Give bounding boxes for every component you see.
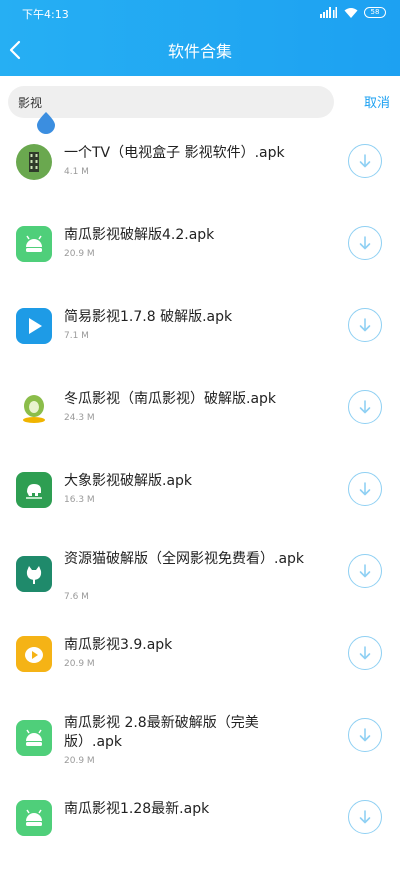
download-arrow-icon <box>359 236 371 250</box>
download-button[interactable] <box>348 554 382 588</box>
app-header: 下午4:13 58 软件合集 <box>0 0 400 76</box>
battery-icon: 58 <box>364 6 386 18</box>
pumpkin-play-icon <box>16 636 52 672</box>
download-arrow-icon <box>359 810 371 824</box>
app-name: 资源猫破解版（全网影视免费看）.apk <box>64 551 305 567</box>
app-list-item[interactable]: 简易影视1.7.8 破解版.apk 7.1 M <box>0 296 400 378</box>
app-size: 20.9 M <box>64 659 95 669</box>
text-cursor-handle-icon[interactable] <box>35 112 57 134</box>
download-arrow-icon <box>359 318 371 332</box>
wifi-icon <box>344 7 358 18</box>
android-icon <box>16 720 52 756</box>
download-button[interactable] <box>348 390 382 424</box>
download-button[interactable] <box>348 226 382 260</box>
search-row: 取消 <box>0 76 400 134</box>
download-button[interactable] <box>348 144 382 178</box>
signal-icon <box>320 6 337 18</box>
android-icon <box>16 800 52 836</box>
app-list-item[interactable]: 南瓜影视 2.8最新破解版（完美版）.apk 20.9 M <box>0 706 400 788</box>
download-button[interactable] <box>348 308 382 342</box>
app-name: 南瓜影视3.9.apk <box>64 637 173 653</box>
app-size: 7.1 M <box>64 331 89 341</box>
app-name: 冬瓜影视（南瓜影视）破解版.apk <box>64 391 277 407</box>
download-arrow-icon <box>359 728 371 742</box>
app-list-item[interactable]: 冬瓜影视（南瓜影视）破解版.apk 24.3 M <box>0 378 400 460</box>
play-icon <box>16 308 52 344</box>
app-name: 大象影视破解版.apk <box>64 473 193 489</box>
app-list-item[interactable]: 南瓜影视破解版4.2.apk 20.9 M <box>0 214 400 296</box>
android-icon <box>16 226 52 262</box>
elephant-icon <box>16 472 52 508</box>
app-name: 一个TV（电视盒子 影视软件）.apk <box>64 145 285 161</box>
app-size: 20.9 M <box>64 756 95 766</box>
app-size: 16.3 M <box>64 495 95 505</box>
melon-icon <box>16 390 52 426</box>
app-name: 南瓜影视 2.8最新破解版（完美版）.apk <box>64 715 259 750</box>
app-list-item[interactable]: 南瓜影视3.9.apk 20.9 M <box>0 624 400 706</box>
download-button[interactable] <box>348 636 382 670</box>
cat-icon <box>16 556 52 592</box>
status-icons: 58 <box>320 5 386 19</box>
download-arrow-icon <box>359 154 371 168</box>
download-arrow-icon <box>359 400 371 414</box>
download-arrow-icon <box>359 564 371 578</box>
film-strip-icon <box>16 144 52 180</box>
app-list-item[interactable]: 大象影视破解版.apk 16.3 M <box>0 460 400 542</box>
app-size: 4.1 M <box>64 167 89 177</box>
app-size: 7.6 M <box>64 592 89 602</box>
download-button[interactable] <box>348 800 382 834</box>
battery-level: 58 <box>370 7 380 16</box>
download-arrow-icon <box>359 646 371 660</box>
download-button[interactable] <box>348 472 382 506</box>
page-title: 软件合集 <box>167 42 232 61</box>
download-arrow-icon <box>359 482 371 496</box>
app-list-item[interactable]: 一个TV（电视盒子 影视软件）.apk 4.1 M <box>0 132 400 214</box>
download-button[interactable] <box>348 718 382 752</box>
app-name: 南瓜影视1.28最新.apk <box>64 801 210 817</box>
app-list-item[interactable]: 南瓜影视1.28最新.apk <box>0 788 400 870</box>
cancel-button[interactable]: 取消 <box>364 92 390 111</box>
app-name: 南瓜影视破解版4.2.apk <box>64 227 215 243</box>
app-list-item[interactable]: 资源猫破解版（全网影视免费看）.apk 7.6 M <box>0 542 400 624</box>
app-size: 24.3 M <box>64 413 95 423</box>
status-bar: 下午4:13 58 <box>0 0 400 24</box>
nav-bar: 软件合集 <box>0 24 400 76</box>
app-name: 简易影视1.7.8 破解版.apk <box>64 309 233 325</box>
app-size: 20.9 M <box>64 249 95 259</box>
status-time: 下午4:13 <box>22 8 69 21</box>
